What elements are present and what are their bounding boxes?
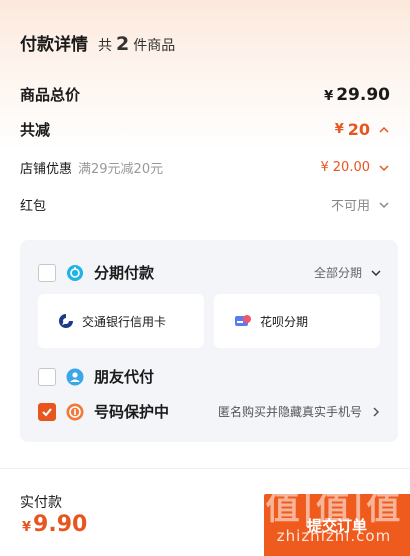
store-discount-value[interactable]: ¥20.00 <box>321 160 391 175</box>
chevron-down-icon[interactable] <box>378 162 390 174</box>
installment-option[interactable]: 分期付款 全部分期 <box>38 262 382 283</box>
bocom-credit-card-option[interactable]: 交通银行信用卡 <box>38 294 204 348</box>
discount-row[interactable]: 共减 ¥20 <box>20 119 390 140</box>
friend-pay-option[interactable]: 朋友代付 <box>38 366 382 387</box>
huabei-icon <box>234 313 252 329</box>
pay-amount: ¥9.90 <box>22 512 87 537</box>
installment-all-terms[interactable]: 全部分期 <box>314 264 382 281</box>
chevron-right-icon[interactable] <box>370 406 382 418</box>
number-protect-desc-text: 匿名购买并隐藏真实手机号 <box>217 405 362 419</box>
header: 付款详情 共 2 件商品 <box>20 30 175 55</box>
total-price-amount: 29.90 <box>336 84 390 105</box>
discount-currency: ¥ <box>334 122 344 137</box>
chevron-down-icon[interactable] <box>370 267 382 279</box>
store-discount-desc: 满29元减20元 <box>78 162 164 177</box>
chevron-down-icon[interactable] <box>378 199 390 211</box>
phone-protect-icon <box>66 403 84 421</box>
installment-label: 分期付款 <box>94 264 155 282</box>
installment-checkbox[interactable] <box>38 263 56 282</box>
total-price-label: 商品总价 <box>20 86 81 104</box>
check-icon <box>41 406 53 418</box>
discount-amount: 20 <box>347 120 370 139</box>
store-discount-currency: ¥ <box>320 160 329 175</box>
number-protect-label: 号码保护中 <box>94 403 170 421</box>
page-title: 付款详情 <box>20 35 88 55</box>
store-discount-label-group: 店铺优惠 满29元减20元 <box>20 158 163 177</box>
item-count-prefix: 共 <box>98 38 112 54</box>
store-discount-row[interactable]: 店铺优惠 满29元减20元 ¥20.00 <box>20 158 390 177</box>
red-packet-value[interactable]: 不可用 <box>331 195 390 214</box>
friend-pay-label: 朋友代付 <box>94 368 155 386</box>
friend-pay-checkbox[interactable] <box>38 367 56 386</box>
red-packet-status: 不可用 <box>330 199 370 214</box>
payment-detail-page: 付款详情 共 2 件商品 商品总价 ¥29.90 共减 ¥20 店铺优惠 满29元减… <box>0 0 410 556</box>
item-count-suffix: 件商品 <box>133 38 176 54</box>
item-count: 共 2 件商品 <box>98 33 175 55</box>
submit-order-button[interactable]: 提交订单 <box>264 494 410 556</box>
number-protect-desc[interactable]: 匿名购买并隐藏真实手机号 <box>218 403 382 420</box>
submit-order-label: 提交订单 <box>306 516 367 535</box>
total-price-currency: ¥ <box>324 88 334 104</box>
red-packet-label: 红包 <box>20 199 47 214</box>
huabei-installment-label: 花呗分期 <box>260 314 309 329</box>
discount-label: 共减 <box>20 121 51 139</box>
discount-value[interactable]: ¥20 <box>335 120 390 139</box>
bocom-icon <box>58 313 74 329</box>
item-count-number: 2 <box>116 33 130 55</box>
total-price-value: ¥29.90 <box>324 85 390 105</box>
pay-currency: ¥ <box>22 520 32 535</box>
footer-divider <box>0 468 410 469</box>
store-discount-amount: 20.00 <box>332 160 370 175</box>
friend-pay-icon <box>66 368 84 386</box>
store-discount-label: 店铺优惠 <box>20 162 73 177</box>
bocom-credit-card-label: 交通银行信用卡 <box>82 314 167 329</box>
payment-options-panel: 分期付款 全部分期 交通银行信用卡 花呗分期 朋友代付 号码保护中 匿名购买并隐… <box>20 240 398 442</box>
huabei-installment-option[interactable]: 花呗分期 <box>214 294 380 348</box>
pay-label: 实付款 <box>20 495 62 511</box>
chevron-up-icon[interactable] <box>378 124 390 136</box>
red-packet-row[interactable]: 红包 不可用 <box>20 195 390 214</box>
number-protect-option[interactable]: 号码保护中 匿名购买并隐藏真实手机号 <box>38 401 382 422</box>
installment-icon <box>66 264 84 282</box>
number-protect-checkbox[interactable] <box>38 402 56 421</box>
total-price-row: 商品总价 ¥29.90 <box>20 84 390 105</box>
installment-right-text: 全部分期 <box>313 266 362 280</box>
pay-value: 9.90 <box>33 512 88 537</box>
